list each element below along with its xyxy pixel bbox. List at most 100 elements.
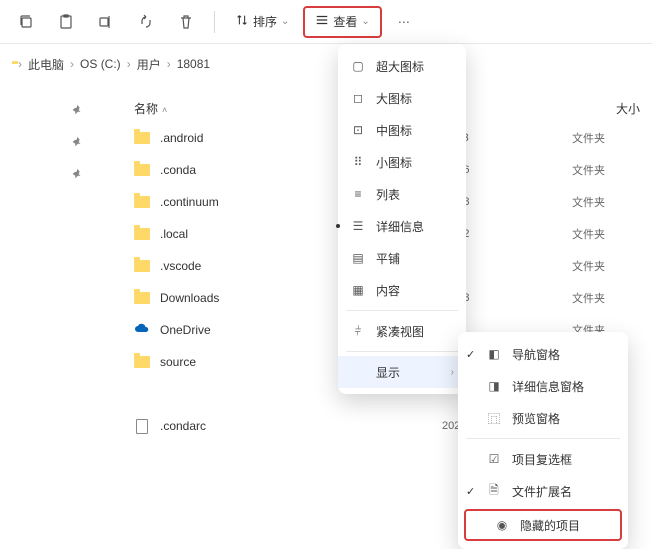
chevron-right-icon: ›: [167, 57, 171, 71]
extension-icon: 🗎: [486, 481, 502, 502]
list-icon: [315, 13, 329, 30]
compact-icon: ⫩: [350, 324, 366, 339]
chevron-down-icon: ⌄: [281, 16, 289, 27]
share-icon[interactable]: [128, 6, 164, 38]
menu-item-label: 平铺: [376, 250, 400, 267]
show-submenu: ✓◧导航窗格◨详细信息窗格⿵预览窗格☑项目复选框✓🗎文件扩展名◉隐藏的项目: [458, 332, 628, 549]
content-icon: ▦: [350, 283, 366, 297]
menu-separator: [466, 438, 620, 439]
file-type: 文件夹: [572, 162, 652, 178]
delete-icon[interactable]: [168, 6, 204, 38]
column-name[interactable]: 名称˄: [100, 100, 330, 117]
submenu-item-checkbox[interactable]: ☑ 项目复选框: [458, 443, 628, 475]
copy-icon[interactable]: [8, 6, 44, 38]
menu-item-label: 大图标: [376, 90, 412, 107]
submenu-item-extension[interactable]: ✓ 🗎 文件扩展名: [458, 475, 628, 507]
menu-item-grid-m[interactable]: ⊡中图标: [338, 114, 466, 146]
submenu-item-label: 项目复选框: [512, 451, 572, 468]
column-size[interactable]: 大小: [520, 100, 652, 117]
breadcrumb-item[interactable]: 18081: [177, 57, 210, 71]
highlighted-item: ◉ 隐藏的项目: [464, 509, 622, 541]
submenu-item-label: 导航窗格: [512, 346, 560, 363]
chevron-right-icon: ›: [451, 367, 454, 378]
grid-l-icon: ◻: [350, 91, 366, 105]
sort-button[interactable]: 排序 ⌄: [225, 6, 299, 38]
file-type: 文件夹: [572, 290, 652, 306]
menu-item-label: 紧凑视图: [376, 323, 424, 340]
details-icon: ☰: [350, 219, 366, 233]
file-icon: [136, 419, 148, 434]
menu-item-label: 列表: [376, 186, 400, 203]
submenu-item-label: 详细信息窗格: [512, 378, 584, 395]
more-icon[interactable]: ⋯: [386, 6, 422, 38]
file-name: .condarc: [150, 419, 442, 433]
menu-item-content[interactable]: ▦ 内容: [338, 274, 466, 306]
menu-item-list[interactable]: ≡ 列表: [338, 178, 466, 210]
menu-item-show[interactable]: 显示 ›: [338, 356, 466, 388]
submenu-item-label: 预览窗格: [512, 410, 560, 427]
tiles-icon: ▤: [350, 251, 366, 265]
current-indicator: [336, 224, 340, 228]
toolbar: 排序 ⌄ 查看 ⌄ ⋯: [0, 0, 652, 44]
sidebar: [0, 84, 100, 536]
view-label: 查看: [333, 13, 357, 30]
breadcrumb-item[interactable]: 用户: [137, 56, 161, 73]
submenu-item-label: 文件扩展名: [512, 483, 572, 500]
grid-xl-icon: ▢: [350, 59, 366, 73]
check-icon: ✓: [466, 348, 475, 361]
menu-item-compact[interactable]: ⫩ 紧凑视图: [338, 315, 466, 347]
file-type: 文件夹: [572, 194, 652, 210]
preview-pane-icon: ⿵: [486, 410, 502, 427]
grid-s-icon: ⠿: [350, 155, 366, 169]
sort-icon: [235, 13, 249, 30]
check-icon: ✓: [466, 485, 475, 498]
folder-icon: [134, 132, 150, 144]
menu-item-tiles[interactable]: ▤ 平铺: [338, 242, 466, 274]
submenu-item-hidden[interactable]: ◉ 隐藏的项目: [466, 511, 620, 539]
folder-icon: [134, 356, 150, 368]
pin-icon: [70, 135, 84, 149]
file-type: 文件夹: [572, 226, 652, 242]
paste-icon[interactable]: [48, 6, 84, 38]
file-type: 文件夹: [572, 130, 652, 146]
menu-item-label: 详细信息: [376, 218, 424, 235]
chevron-right-icon: ›: [127, 57, 131, 71]
breadcrumb: › 此电脑 › OS (C:) › 用户 › 18081: [0, 44, 652, 84]
chevron-right-icon: ›: [18, 57, 22, 71]
pin-icon: [70, 167, 84, 181]
breadcrumb-item[interactable]: 此电脑: [28, 56, 64, 73]
sort-indicator: ˄: [162, 105, 167, 115]
hidden-icon: ◉: [494, 518, 510, 532]
view-menu: ▢ 超大图标 ◻ 大图标 ⊡中图标⠿小图标 ≡ 列表 ☰ 详细信息 ▤ 平铺 ▦ 内容 ⫩ 紧凑视图显示 ›: [338, 44, 466, 394]
menu-item-grid-l[interactable]: ◻ 大图标: [338, 82, 466, 114]
sort-label: 排序: [253, 13, 277, 30]
checkbox-icon: ☑: [486, 452, 502, 466]
details-pane-icon: ◨: [486, 379, 502, 393]
menu-item-label: 超大图标: [376, 58, 424, 75]
submenu-item-details-pane[interactable]: ◨ 详细信息窗格: [458, 370, 628, 402]
submenu-item-nav-pane[interactable]: ✓ ◧ 导航窗格: [458, 338, 628, 370]
menu-separator: [346, 310, 458, 311]
pin-icon: [70, 103, 84, 117]
menu-item-label: 内容: [376, 282, 400, 299]
folder-icon: [134, 228, 150, 240]
menu-item-label: 显示: [376, 364, 400, 381]
view-button[interactable]: 查看 ⌄: [303, 6, 381, 38]
separator: [214, 11, 215, 33]
nav-pane-icon: ◧: [486, 347, 502, 361]
folder-icon: [134, 260, 150, 272]
folder-icon: [134, 164, 150, 176]
chevron-down-icon: ⌄: [361, 16, 369, 27]
breadcrumb-item[interactable]: OS (C:): [80, 57, 121, 71]
submenu-item-label: 隐藏的项目: [520, 517, 580, 534]
submenu-item-preview-pane[interactable]: ⿵预览窗格: [458, 402, 628, 434]
onedrive-icon: [134, 321, 150, 340]
chevron-right-icon: ›: [70, 57, 74, 71]
list-icon: ≡: [350, 187, 366, 201]
menu-item-details[interactable]: ☰ 详细信息: [338, 210, 466, 242]
menu-item-label: 中图标: [376, 122, 412, 139]
folder-icon: [134, 292, 150, 304]
menu-item-grid-xl[interactable]: ▢ 超大图标: [338, 50, 466, 82]
menu-item-grid-s[interactable]: ⠿小图标: [338, 146, 466, 178]
rename-icon[interactable]: [88, 6, 124, 38]
